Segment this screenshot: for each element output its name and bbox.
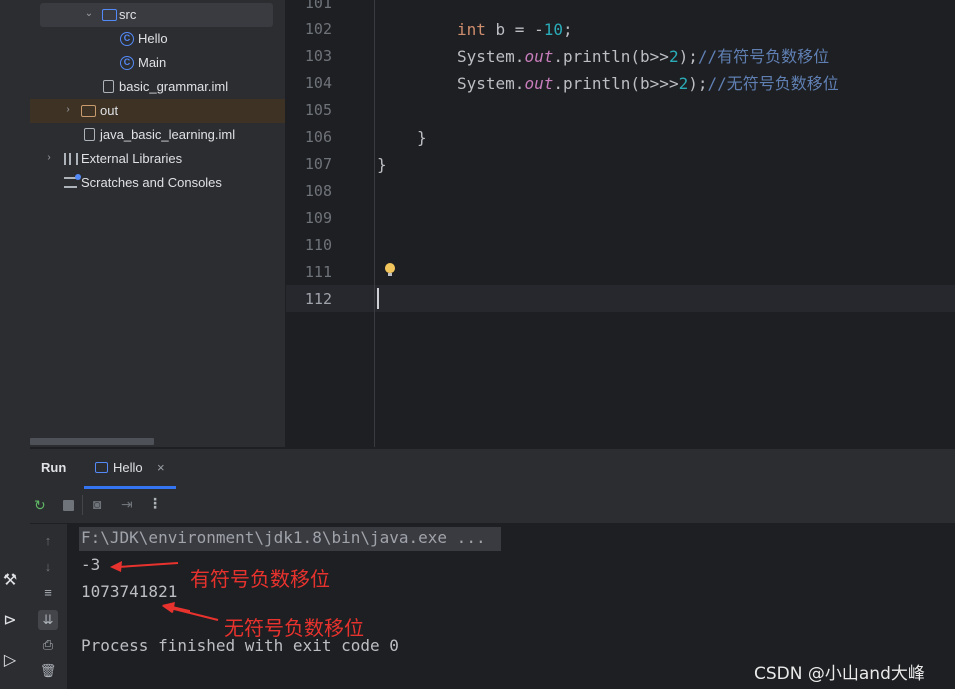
arrow-signed bbox=[110, 561, 179, 572]
line-number: 103 bbox=[304, 47, 332, 65]
tree-horizontal-scrollbar[interactable] bbox=[30, 438, 154, 445]
java-class-icon: C bbox=[120, 32, 134, 46]
tree-item-label: Hello bbox=[138, 31, 168, 46]
tree-item-basic-grammar-iml[interactable]: basic_grammar.iml bbox=[30, 75, 285, 99]
code-token: ; bbox=[562, 20, 573, 39]
line-number: 102 bbox=[304, 20, 332, 38]
comment-token: 无符号负数移位 bbox=[726, 74, 839, 93]
tree-item-out[interactable]: › out bbox=[30, 99, 285, 123]
field-token: out bbox=[524, 74, 554, 93]
tree-item-scratches[interactable]: Scratches and Consoles bbox=[30, 171, 285, 195]
keyword-token: int bbox=[457, 20, 486, 39]
console-command: F:\JDK\environment\jdk1.8\bin\java.exe .… bbox=[81, 528, 486, 547]
run-tool-icon[interactable]: ▷ bbox=[0, 650, 20, 670]
code-token: .println(b>>> bbox=[553, 74, 679, 93]
tree-item-external-libraries[interactable]: › External Libraries bbox=[30, 147, 285, 171]
code-line-102[interactable]: int b = -10; bbox=[457, 16, 573, 43]
java-class-icon: C bbox=[120, 56, 134, 70]
number-token: 2 bbox=[668, 47, 679, 66]
line-number: 104 bbox=[304, 74, 332, 92]
number-token: 2 bbox=[678, 74, 689, 93]
tree-item-label: External Libraries bbox=[81, 151, 183, 166]
arrow-unsigned-extension bbox=[162, 603, 219, 621]
arrow-up-icon[interactable]: ↑ bbox=[38, 533, 58, 548]
gutter-divider bbox=[374, 0, 375, 447]
rerun-icon[interactable]: ↻ bbox=[34, 497, 46, 514]
comment-token: // bbox=[707, 74, 727, 93]
code-token: b = - bbox=[485, 20, 544, 39]
arrow-down-icon[interactable]: ↓ bbox=[38, 559, 58, 574]
tree-item-label: Scratches and Consoles bbox=[81, 175, 222, 190]
line-number: 111 bbox=[304, 263, 332, 281]
exit-icon[interactable]: ⇥ bbox=[121, 496, 133, 513]
module-file-icon bbox=[84, 128, 95, 141]
line-number: 110 bbox=[304, 236, 332, 254]
tree-item-src[interactable]: ⌄ src bbox=[40, 3, 273, 27]
annotation-unsigned: 无符号负数移位 bbox=[224, 616, 364, 640]
trash-icon[interactable]: 🗑 bbox=[38, 663, 58, 679]
line-number: 101 bbox=[304, 0, 332, 12]
build-icon[interactable]: ⚒ bbox=[0, 570, 20, 590]
code-line-104[interactable]: System.out.println(b>>>2);//无符号负数移位 bbox=[457, 70, 839, 97]
tree-item-label: out bbox=[100, 103, 119, 118]
tab-label: Hello bbox=[113, 460, 143, 475]
chevron-right-icon[interactable]: › bbox=[62, 104, 74, 116]
close-icon[interactable]: × bbox=[157, 460, 165, 475]
field-token: out bbox=[524, 47, 554, 66]
current-line-highlight bbox=[286, 285, 955, 312]
scratches-icon bbox=[64, 174, 81, 188]
line-number-current: 112 bbox=[304, 290, 332, 308]
code-line-103[interactable]: System.out.println(b>>2);//有符号负数移位 bbox=[457, 43, 829, 70]
tree-item-hello[interactable]: C Hello bbox=[30, 27, 285, 51]
line-number: 109 bbox=[304, 209, 332, 227]
run-panel-title[interactable]: Run bbox=[41, 460, 66, 475]
annotation-signed: 有符号负数移位 bbox=[190, 567, 330, 591]
print-icon[interactable]: ⎙ bbox=[38, 637, 58, 653]
chevron-right-icon[interactable]: › bbox=[43, 152, 55, 164]
toolbar-divider bbox=[82, 495, 83, 515]
tree-item-label: basic_grammar.iml bbox=[119, 79, 229, 94]
tree-item-java-basic-learning-iml[interactable]: java_basic_learning.iml bbox=[30, 123, 285, 147]
code-token: System. bbox=[457, 74, 525, 93]
comment-token: 有符号负数移位 bbox=[717, 47, 830, 66]
line-number: 108 bbox=[304, 182, 332, 200]
activity-strip: ⚒ ⊳ ▷ bbox=[0, 0, 31, 689]
folder-icon bbox=[102, 9, 117, 21]
code-token: .println(b>> bbox=[553, 47, 669, 66]
scroll-to-end-icon[interactable]: ⇊ bbox=[38, 610, 58, 630]
watermark: CSDN @小山and大峰 bbox=[754, 664, 925, 684]
chevron-down-icon[interactable]: ⌄ bbox=[83, 8, 95, 20]
lightbulb-icon[interactable] bbox=[385, 263, 395, 276]
line-number: 105 bbox=[304, 101, 332, 119]
tree-item-label: java_basic_learning.iml bbox=[100, 127, 236, 142]
soft-wrap-icon[interactable]: ≡ bbox=[38, 585, 58, 600]
project-tree: ⌄ src C Hello C Main basic_grammar.iml ›… bbox=[30, 0, 285, 447]
line-number: 106 bbox=[304, 128, 332, 146]
library-icon bbox=[64, 153, 78, 165]
text-caret bbox=[377, 288, 379, 309]
module-file-icon bbox=[103, 80, 114, 93]
camera-icon[interactable]: ◙ bbox=[93, 496, 101, 512]
number-token: 10 bbox=[543, 20, 563, 39]
console-output-line: -3 bbox=[81, 555, 101, 574]
code-line-107[interactable]: } bbox=[377, 151, 387, 178]
code-token: ); bbox=[688, 74, 708, 93]
more-options-icon[interactable]: ⋮ bbox=[148, 495, 162, 512]
tree-item-main[interactable]: C Main bbox=[30, 51, 285, 75]
code-token: ); bbox=[678, 47, 698, 66]
code-token: System. bbox=[457, 47, 525, 66]
run-config-icon bbox=[95, 462, 108, 473]
tree-item-label: Main bbox=[138, 55, 167, 70]
line-number: 107 bbox=[304, 155, 332, 173]
run-toolbar: ↻ ◙ ⇥ ⋮ bbox=[30, 489, 955, 524]
code-line-106[interactable]: } bbox=[417, 124, 427, 151]
stop-icon[interactable] bbox=[63, 500, 74, 511]
comment-token: // bbox=[697, 47, 718, 66]
folder-icon bbox=[81, 105, 96, 117]
services-icon[interactable]: ⊳ bbox=[0, 610, 20, 630]
tree-item-label: src bbox=[119, 7, 137, 22]
